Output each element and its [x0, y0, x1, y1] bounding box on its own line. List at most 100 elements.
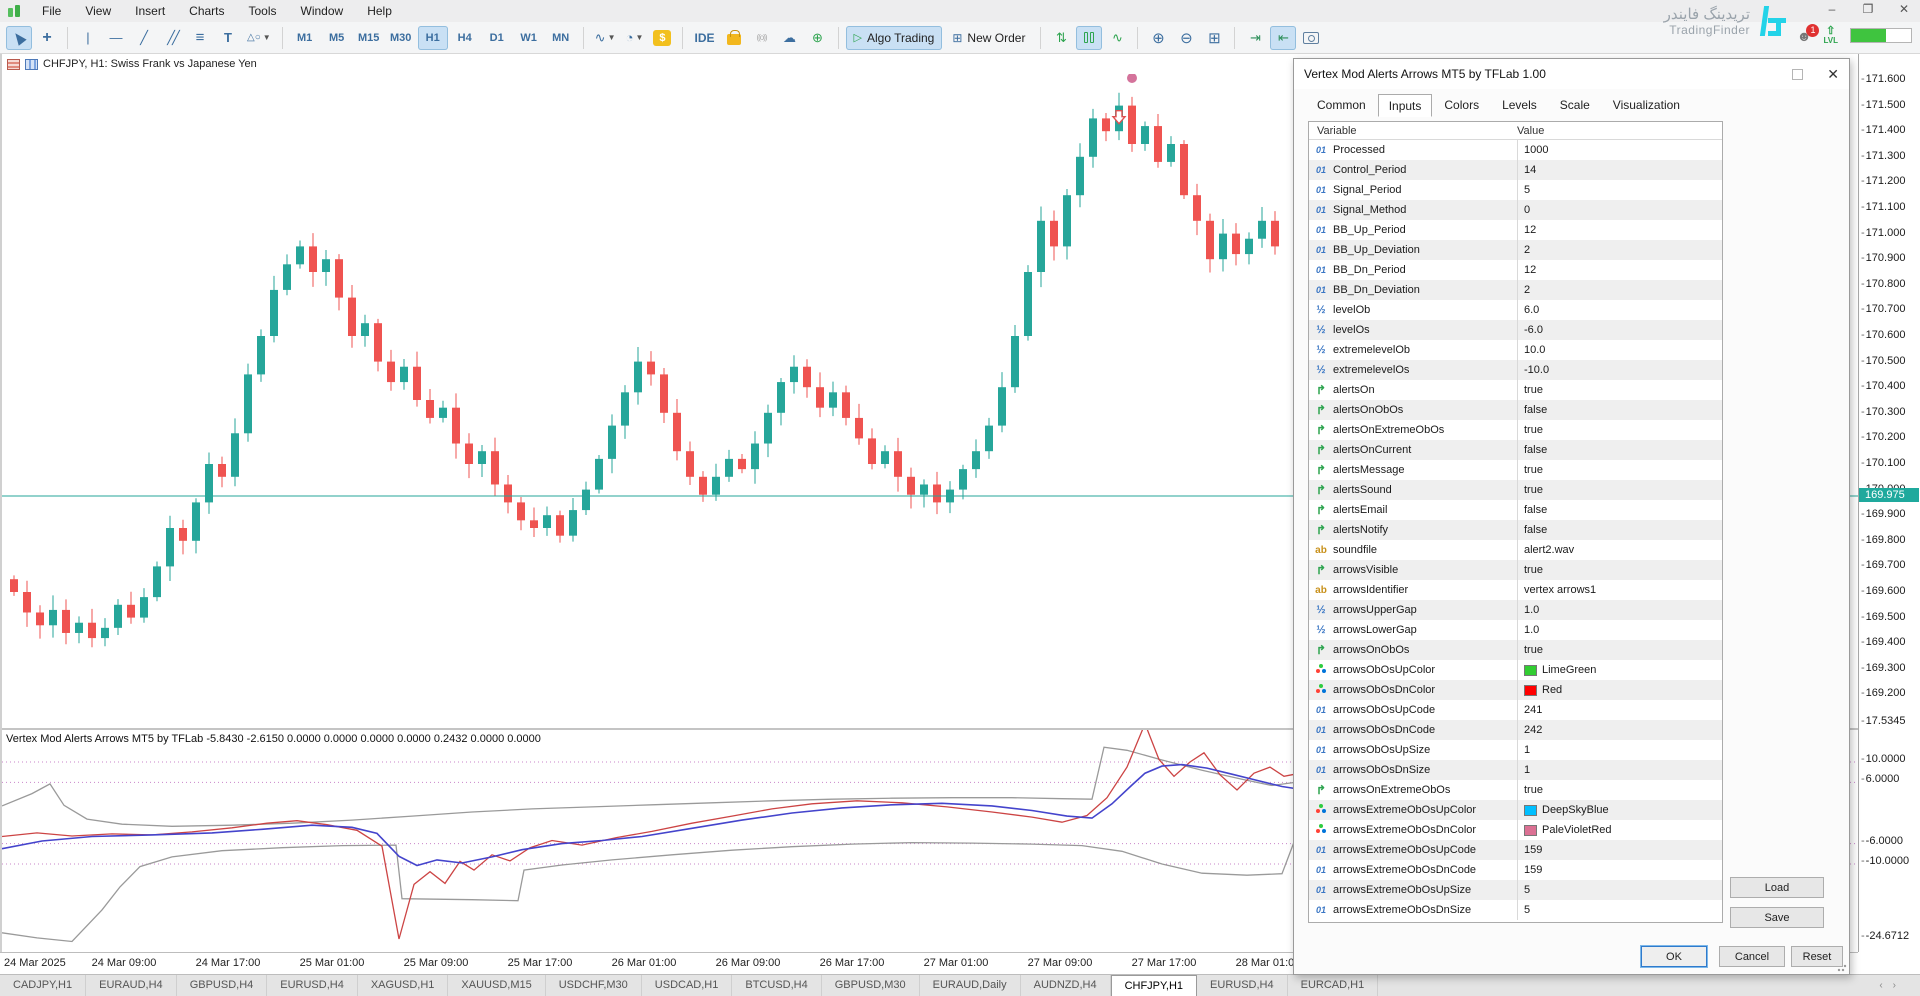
market-button[interactable]: [721, 26, 747, 50]
line-chart-button[interactable]: ∿: [1104, 26, 1130, 50]
dialog-tab-levels[interactable]: Levels: [1491, 93, 1548, 116]
menu-view[interactable]: View: [73, 1, 123, 21]
input-row-Signal_Period[interactable]: 01Signal_Period5: [1309, 180, 1722, 200]
variable-value[interactable]: 12: [1517, 220, 1722, 240]
zoom-out-button[interactable]: ⊖: [1173, 26, 1199, 50]
input-row-arrowsIdentifier[interactable]: abarrowsIdentifiervertex arrows1: [1309, 580, 1722, 600]
input-row-arrowsExtremeObOsDnCode[interactable]: 01arrowsExtremeObOsDnCode159: [1309, 860, 1722, 880]
timeframe-d1[interactable]: D1: [482, 26, 512, 50]
input-row-alertsOnObOs[interactable]: ↱alertsOnObOsfalse: [1309, 400, 1722, 420]
variable-value[interactable]: DeepSkyBlue: [1517, 800, 1722, 820]
symbol-tab-euraud-h4[interactable]: EURAUD,H4: [86, 975, 177, 996]
screenshot-button[interactable]: [1298, 26, 1324, 50]
vertical-line-tool-button[interactable]: |: [75, 26, 101, 50]
ok-button[interactable]: OK: [1641, 946, 1707, 967]
shapes-tool-button[interactable]: △○▼: [243, 26, 275, 50]
input-row-arrowsExtremeObOsDnColor[interactable]: arrowsExtremeObOsDnColorPaleVioletRed: [1309, 820, 1722, 840]
input-row-arrowsObOsDnCode[interactable]: 01arrowsObOsDnCode242: [1309, 720, 1722, 740]
input-row-soundfile[interactable]: absoundfilealert2.wav: [1309, 540, 1722, 560]
signals-button[interactable]: ((o)): [749, 26, 775, 50]
variable-value[interactable]: 5: [1517, 180, 1722, 200]
reset-button[interactable]: Reset: [1791, 946, 1843, 967]
algo-trading-button[interactable]: ▷Algo Trading: [846, 26, 943, 50]
variable-value[interactable]: 242: [1517, 720, 1722, 740]
price-axis[interactable]: 171.600171.500171.400171.300171.200171.1…: [1858, 54, 1920, 952]
variable-value[interactable]: LimeGreen: [1517, 660, 1722, 680]
symbol-tab-xagusd-h1[interactable]: XAGUSD,H1: [358, 975, 449, 996]
variable-value[interactable]: true: [1517, 380, 1722, 400]
symbol-tab-eurcad-h1[interactable]: EURCAD,H1: [1288, 975, 1379, 996]
symbol-tab-eurusd-h4[interactable]: EURUSD,H4: [1197, 975, 1288, 996]
text-tool-button[interactable]: T: [215, 26, 241, 50]
dock-left-button[interactable]: ⇤: [1270, 26, 1296, 50]
input-row-alertsNotify[interactable]: ↱alertsNotifyfalse: [1309, 520, 1722, 540]
variable-value[interactable]: 2: [1517, 240, 1722, 260]
input-row-arrowsObOsDnSize[interactable]: 01arrowsObOsDnSize1: [1309, 760, 1722, 780]
dialog-close-icon[interactable]: ✕: [1827, 66, 1839, 83]
input-row-alertsEmail[interactable]: ↱alertsEmailfalse: [1309, 500, 1722, 520]
resize-grip[interactable]: [1837, 962, 1847, 972]
dock-right-button[interactable]: ⇥: [1242, 26, 1268, 50]
input-row-arrowsObOsUpSize[interactable]: 01arrowsObOsUpSize1: [1309, 740, 1722, 760]
variable-value[interactable]: 159: [1517, 860, 1722, 880]
timeframe-m1[interactable]: M1: [290, 26, 320, 50]
input-row-alertsMessage[interactable]: ↱alertsMessagetrue: [1309, 460, 1722, 480]
variable-value[interactable]: 6.0: [1517, 300, 1722, 320]
variable-value[interactable]: PaleVioletRed: [1517, 820, 1722, 840]
crosshair-tool-button[interactable]: +: [34, 26, 60, 50]
input-row-Signal_Method[interactable]: 01Signal_Method0: [1309, 200, 1722, 220]
timeframe-mn[interactable]: MN: [546, 26, 576, 50]
input-row-alertsSound[interactable]: ↱alertsSoundtrue: [1309, 480, 1722, 500]
variable-value[interactable]: false: [1517, 500, 1722, 520]
symbol-tab-cadjpy-h1[interactable]: CADJPY,H1: [0, 975, 86, 996]
symbol-tab-eurusd-h4[interactable]: EURUSD,H4: [267, 975, 358, 996]
dialog-tab-inputs[interactable]: Inputs: [1378, 94, 1433, 117]
channel-tool-button[interactable]: ╱╱: [159, 26, 185, 50]
variable-value[interactable]: false: [1517, 400, 1722, 420]
variable-value[interactable]: 2: [1517, 280, 1722, 300]
input-row-extremelevelOs[interactable]: ½extremelevelOs-10.0: [1309, 360, 1722, 380]
indicators-button[interactable]: ◔▼: [621, 26, 647, 50]
variable-value[interactable]: false: [1517, 520, 1722, 540]
restore-button[interactable]: ❐: [1858, 2, 1878, 16]
zoom-in-button[interactable]: ⊕: [1145, 26, 1171, 50]
input-row-arrowsObOsUpColor[interactable]: arrowsObOsUpColorLimeGreen: [1309, 660, 1722, 680]
dialog-tab-scale[interactable]: Scale: [1549, 93, 1601, 116]
input-row-arrowsObOsDnColor[interactable]: arrowsObOsDnColorRed: [1309, 680, 1722, 700]
variable-value[interactable]: alert2.wav: [1517, 540, 1722, 560]
save-button[interactable]: Save: [1730, 907, 1824, 928]
variable-value[interactable]: vertex arrows1: [1517, 580, 1722, 600]
input-row-extremelevelOb[interactable]: ½extremelevelOb10.0: [1309, 340, 1722, 360]
input-row-arrowsObOsUpCode[interactable]: 01arrowsObOsUpCode241: [1309, 700, 1722, 720]
new-order-button[interactable]: ⊞New Order: [944, 26, 1033, 50]
input-row-levelOb[interactable]: ½levelOb6.0: [1309, 300, 1722, 320]
variable-value[interactable]: 1000: [1517, 140, 1722, 160]
variable-value[interactable]: 0: [1517, 200, 1722, 220]
variable-value[interactable]: true: [1517, 560, 1722, 580]
input-row-alertsOnExtremeObOs[interactable]: ↱alertsOnExtremeObOstrue: [1309, 420, 1722, 440]
cursor-tool-button[interactable]: [6, 26, 32, 50]
menu-file[interactable]: File: [30, 1, 73, 21]
variable-value[interactable]: 14: [1517, 160, 1722, 180]
fibonacci-tool-button[interactable]: ≡: [187, 26, 213, 50]
variable-value[interactable]: -6.0: [1517, 320, 1722, 340]
input-row-alertsOnCurrent[interactable]: ↱alertsOnCurrentfalse: [1309, 440, 1722, 460]
input-row-BB_Dn_Deviation[interactable]: 01BB_Dn_Deviation2: [1309, 280, 1722, 300]
candlestick-chart-button[interactable]: [1076, 26, 1102, 50]
input-row-arrowsOnObOs[interactable]: ↱arrowsOnObOstrue: [1309, 640, 1722, 660]
timeframe-m30[interactable]: M30: [386, 26, 416, 50]
symbol-tab-gbpusd-h4[interactable]: GBPUSD,H4: [177, 975, 268, 996]
timeframe-m15[interactable]: M15: [354, 26, 384, 50]
variable-value[interactable]: 12: [1517, 260, 1722, 280]
tick-chart-button[interactable]: ⇅: [1048, 26, 1074, 50]
ide-button[interactable]: IDE: [690, 26, 718, 50]
vps-button[interactable]: ☁: [777, 26, 803, 50]
minimize-button[interactable]: –: [1822, 2, 1842, 16]
variable-value[interactable]: true: [1517, 640, 1722, 660]
variable-value[interactable]: 1.0: [1517, 620, 1722, 640]
input-row-arrowsExtremeObOsDnSize[interactable]: 01arrowsExtremeObOsDnSize5: [1309, 900, 1722, 920]
timeframe-w1[interactable]: W1: [514, 26, 544, 50]
variable-value[interactable]: true: [1517, 780, 1722, 800]
symbol-tab-gbpusd-m30[interactable]: GBPUSD,M30: [822, 975, 920, 996]
variable-value[interactable]: 5: [1517, 880, 1722, 900]
